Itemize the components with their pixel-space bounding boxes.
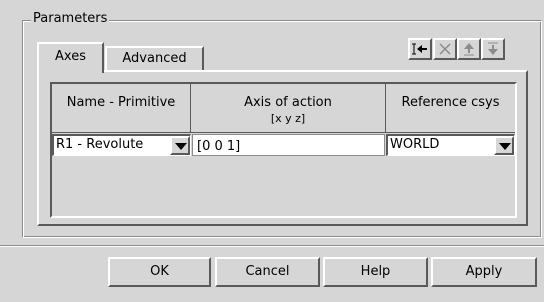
apply-button[interactable]: Apply bbox=[431, 257, 537, 287]
insert-row-button[interactable] bbox=[408, 38, 432, 60]
help-button-label: Help bbox=[360, 264, 391, 279]
primitive-select[interactable]: R1 - Revolute bbox=[52, 134, 191, 156]
move-up-button[interactable] bbox=[457, 38, 481, 60]
help-button[interactable]: Help bbox=[323, 257, 428, 287]
reference-csys-select-value: WORLD bbox=[390, 137, 440, 152]
column-header-name-primitive[interactable]: Name - Primitive bbox=[52, 84, 191, 133]
tab-advanced[interactable]: Advanced bbox=[105, 46, 204, 70]
delete-x-icon bbox=[439, 43, 451, 55]
tab-axes[interactable]: Axes bbox=[37, 42, 104, 73]
tab-advanced-label: Advanced bbox=[122, 51, 187, 66]
column-header-reference-csys[interactable]: Reference csys bbox=[386, 84, 515, 133]
parameters-dialog: Parameters Axes Advanced Name - Primitiv… bbox=[0, 0, 544, 302]
reference-csys-select[interactable]: WORLD bbox=[386, 134, 515, 156]
column-header-axis-of-action[interactable]: Axis of action [x y z] bbox=[191, 84, 386, 133]
column-header-line1: Axis of action bbox=[244, 95, 332, 110]
apply-button-label: Apply bbox=[465, 264, 503, 279]
move-down-icon bbox=[488, 42, 498, 55]
axis-input[interactable]: [0 0 1] bbox=[192, 134, 385, 156]
primitive-select-value: R1 - Revolute bbox=[56, 137, 144, 152]
chevron-down-icon[interactable] bbox=[170, 136, 190, 155]
insert-row-icon bbox=[412, 43, 427, 55]
column-header-line2: [x y z] bbox=[270, 112, 306, 125]
delete-button[interactable] bbox=[433, 38, 457, 60]
column-header-line2: Name - Primitive bbox=[66, 95, 176, 110]
ok-button[interactable]: OK bbox=[108, 257, 211, 287]
column-header-line2: Reference csys bbox=[401, 95, 500, 110]
tab-axes-label: Axes bbox=[55, 49, 86, 64]
axis-input-value: [0 0 1] bbox=[197, 139, 241, 154]
chevron-down-icon[interactable] bbox=[494, 136, 514, 155]
move-up-icon bbox=[464, 43, 474, 56]
cancel-button[interactable]: Cancel bbox=[215, 257, 320, 287]
parameters-group-title: Parameters bbox=[31, 11, 110, 26]
cancel-button-label: Cancel bbox=[245, 264, 290, 279]
button-separator bbox=[0, 245, 544, 247]
ok-button-label: OK bbox=[150, 264, 169, 279]
axes-table: Name - Primitive Axis of action [x y z] … bbox=[50, 82, 517, 218]
move-down-button[interactable] bbox=[481, 38, 505, 60]
